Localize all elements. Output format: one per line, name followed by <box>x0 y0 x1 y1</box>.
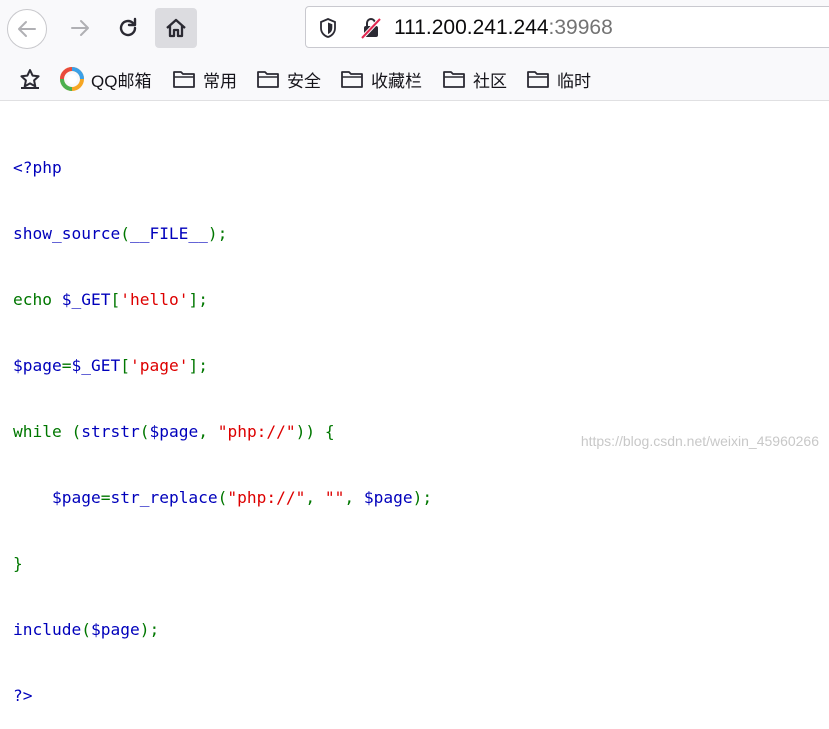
code-token: str_replace <box>110 488 218 507</box>
code-token: "" <box>324 488 345 507</box>
code-line: } <box>13 553 432 575</box>
bookmark-folder-anquan[interactable]: 安全 <box>256 68 321 91</box>
code-token: , <box>344 488 364 507</box>
code-line: include($page); <box>13 619 432 641</box>
code-token: ); <box>412 488 433 507</box>
code-line: $page=str_replace("php://", "", $page); <box>13 487 432 509</box>
bookmark-label: QQ邮箱 <box>91 71 152 91</box>
bookmark-folder-changyong[interactable]: 常用 <box>172 68 237 91</box>
code-token: = <box>100 488 111 507</box>
folder-icon <box>443 71 465 88</box>
bookmark-folder-shoucanglan[interactable]: 收藏栏 <box>340 68 422 91</box>
bookmark-folder-linshi[interactable]: 临时 <box>526 68 591 91</box>
home-icon <box>166 18 186 38</box>
code-token: , <box>198 422 218 441</box>
code-token: $page <box>51 488 101 507</box>
code-line: $page=$_GET['page']; <box>13 355 432 377</box>
code-token: ]; <box>188 290 208 309</box>
reload-icon <box>119 17 137 37</box>
code-token: ( <box>120 224 130 243</box>
url-port: :39968 <box>548 16 613 39</box>
arrow-right-icon <box>71 20 89 36</box>
code-token: $_GET <box>61 290 111 309</box>
forward-button[interactable] <box>62 10 98 46</box>
code-token: strstr <box>81 422 140 441</box>
bookmarks-toolbar: QQ邮箱 常用 安全 收藏栏 社区 临时 <box>0 58 829 101</box>
code-token: [ <box>110 290 121 309</box>
code-token: ); <box>207 224 228 243</box>
bookmark-label: 安全 <box>287 71 321 91</box>
code-line: ?> <box>13 685 432 707</box>
arrow-left-icon <box>18 21 36 37</box>
code-token: $page <box>13 356 62 375</box>
back-button[interactable] <box>7 9 47 49</box>
url-host: 111.200.241.244 <box>394 16 549 39</box>
code-token: include <box>13 620 82 639</box>
code-token: ( <box>81 620 91 639</box>
folder-icon <box>341 71 363 88</box>
bookmark-star-icon[interactable] <box>18 67 42 91</box>
code-token: $_GET <box>71 356 121 375</box>
code-token: ]; <box>188 356 208 375</box>
code-token: "php://" <box>227 488 306 507</box>
code-line: show_source(__FILE__); <box>13 223 432 245</box>
php-source-code: <?php show_source(__FILE__); echo $_GET[… <box>13 113 432 729</box>
url-text[interactable]: 111.200.241.244:39968 <box>394 16 613 40</box>
browser-toolbar: 111.200.241.244:39968 <box>0 0 829 58</box>
code-token: ( <box>139 422 150 441</box>
folder-icon <box>173 71 195 88</box>
insecure-lock-icon[interactable] <box>360 17 382 39</box>
bookmark-qq-mail[interactable]: QQ邮箱 <box>60 67 152 91</box>
code-token: )) { <box>295 422 335 441</box>
code-token: 'hello' <box>120 290 189 309</box>
code-token: , <box>305 488 325 507</box>
bookmark-folder-shequ[interactable]: 社区 <box>442 68 507 91</box>
code-line: echo $_GET['hello']; <box>13 289 432 311</box>
shield-icon[interactable] <box>318 17 338 39</box>
bookmark-label: 临时 <box>557 71 591 91</box>
code-token: ( <box>217 488 228 507</box>
code-token: "php://" <box>217 422 296 441</box>
folder-icon <box>527 71 549 88</box>
home-button[interactable] <box>155 8 197 48</box>
code-token: __FILE__ <box>129 224 208 243</box>
code-token: 'page' <box>129 356 189 375</box>
reload-button[interactable] <box>110 10 146 46</box>
code-token: while ( <box>13 422 82 441</box>
code-token: ?> <box>13 686 33 705</box>
bookmark-label: 收藏栏 <box>371 71 422 91</box>
watermark: https://blog.csdn.net/weixin_45960266 <box>580 433 819 449</box>
code-token: [ <box>120 356 130 375</box>
code-token: $page <box>363 488 413 507</box>
code-token: $page <box>149 422 199 441</box>
bookmark-label: 社区 <box>473 71 507 91</box>
code-line: <?php <box>13 157 432 179</box>
code-token: echo <box>13 290 62 309</box>
folder-icon <box>257 71 279 88</box>
code-token: $page <box>90 620 140 639</box>
bookmark-label: 常用 <box>203 71 237 91</box>
code-token: } <box>13 554 23 573</box>
url-bar[interactable]: 111.200.241.244:39968 <box>305 6 829 48</box>
code-token: show_source <box>13 224 121 243</box>
qq-mail-icon <box>60 67 84 91</box>
code-token: <?php <box>13 158 62 177</box>
code-token: ); <box>139 620 160 639</box>
code-line: while (strstr($page, "php://")) { <box>13 421 432 443</box>
